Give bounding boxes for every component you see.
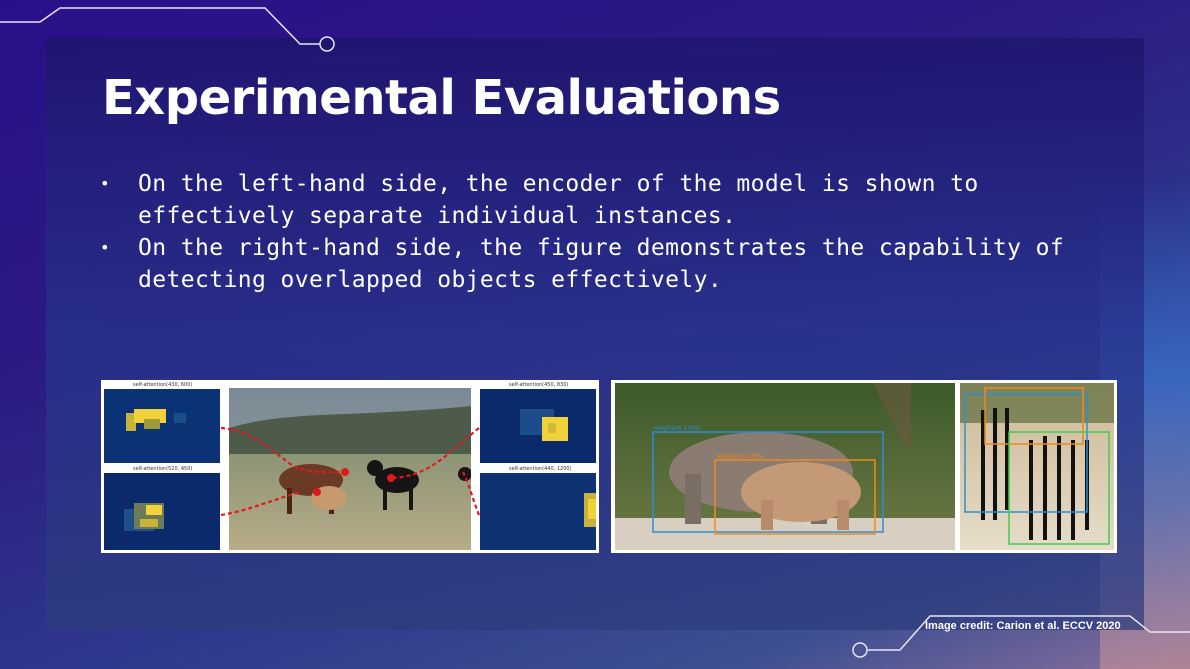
bullet-dot: • [100, 174, 111, 193]
detection-label: elephant 100% [717, 453, 763, 460]
bullet-item: • On the right-hand side, the figure dem… [100, 232, 1110, 296]
bullet-dot: • [100, 238, 111, 257]
bullet-text: On the left-hand side, the encoder of th… [138, 171, 979, 229]
bullet-text: On the right-hand side, the figure demon… [138, 235, 1065, 293]
image-credit: Image credit: Carion et al. ECCV 2020 [925, 620, 1121, 632]
encoder-attention-figure: self-attention(430, 600) self-attention(… [101, 380, 599, 553]
bullet-list: • On the left-hand side, the encoder of … [100, 168, 1110, 296]
overlap-detection-figure: elephant 100% elephant 100% [611, 380, 1117, 553]
bullet-item: • On the left-hand side, the encoder of … [100, 168, 1110, 232]
slide-title: Experimental Evaluations [102, 70, 781, 126]
attention-arrows [220, 426, 481, 517]
detection-photos: elephant 100% elephant 100% [615, 383, 1114, 550]
detection-label: elephant 100% [655, 425, 701, 432]
